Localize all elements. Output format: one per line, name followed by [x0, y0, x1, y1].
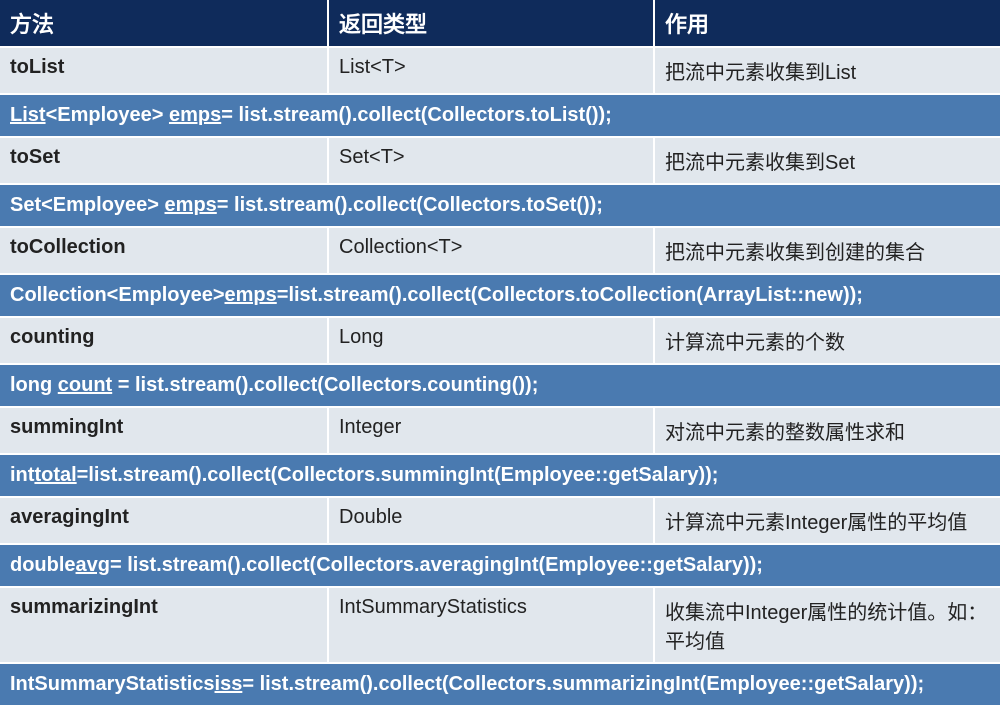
code-variable: emps: [165, 194, 217, 216]
description-cell: 对流中元素的整数属性求和: [654, 407, 1000, 454]
table-row: toCollectionCollection<T>把流中元素收集到创建的集合: [0, 227, 1000, 274]
table-header-cell: 作用: [654, 0, 1000, 47]
code-example-cell: inttotal=list.stream().collect(Collector…: [0, 454, 1000, 497]
code-example-cell: Collection<Employee>emps=list.stream().c…: [0, 274, 1000, 317]
code-example-row: Collection<Employee>emps=list.stream().c…: [0, 274, 1000, 317]
code-text: = list.stream().collect(Collectors.toLis…: [221, 104, 612, 126]
code-text: <Employee>: [46, 104, 169, 126]
return-type-cell: Double: [328, 497, 654, 544]
description-cell: 把流中元素收集到创建的集合: [654, 227, 1000, 274]
table-row: toSetSet<T>把流中元素收集到Set: [0, 137, 1000, 184]
table-row: toListList<T>把流中元素收集到List: [0, 47, 1000, 94]
description-cell: 收集流中Integer属性的统计值。如：平均值: [654, 587, 1000, 663]
code-example-cell: Set<Employee> emps= list.stream().collec…: [0, 184, 1000, 227]
code-text: = list.stream().collect(Collectors.toSet…: [217, 194, 603, 216]
table-header-cell: 方法: [0, 0, 328, 47]
method-name-cell: averagingInt: [0, 497, 328, 544]
return-type-cell: Set<T>: [328, 137, 654, 184]
code-example-row: IntSummaryStatisticsiss= list.stream().c…: [0, 663, 1000, 705]
table-row: countingLong计算流中元素的个数: [0, 317, 1000, 364]
return-type-cell: Long: [328, 317, 654, 364]
code-text: = list.stream().collect(Collectors.avera…: [110, 554, 763, 576]
code-text: int: [10, 464, 34, 486]
code-text: = list.stream().collect(Collectors.summa…: [242, 673, 924, 695]
description-cell: 把流中元素收集到List: [654, 47, 1000, 94]
collectors-table: 方法返回类型作用toListList<T>把流中元素收集到ListList<Em…: [0, 0, 1000, 705]
table-header-cell: 返回类型: [328, 0, 654, 47]
table-row: summingIntInteger对流中元素的整数属性求和: [0, 407, 1000, 454]
table-row: summarizingIntIntSummaryStatistics收集流中In…: [0, 587, 1000, 663]
code-example-cell: doubleavg= list.stream().collect(Collect…: [0, 544, 1000, 587]
code-text: IntSummaryStatistics: [10, 673, 215, 695]
code-variable: emps: [169, 104, 221, 126]
code-example-cell: long count = list.stream().collect(Colle…: [0, 364, 1000, 407]
description-cell: 计算流中元素Integer属性的平均值: [654, 497, 1000, 544]
code-example-row: List<Employee> emps= list.stream().colle…: [0, 94, 1000, 137]
return-type-cell: Collection<T>: [328, 227, 654, 274]
code-variable: count: [58, 374, 112, 396]
description-cell: 把流中元素收集到Set: [654, 137, 1000, 184]
code-text: Collection<Employee>: [10, 284, 225, 306]
code-variable: List: [10, 104, 46, 126]
return-type-cell: IntSummaryStatistics: [328, 587, 654, 663]
return-type-cell: Integer: [328, 407, 654, 454]
code-variable: emps: [225, 284, 277, 306]
code-text: Set<Employee>: [10, 194, 165, 216]
code-variable: avg: [76, 554, 110, 576]
code-text: =list.stream().collect(Collectors.toColl…: [277, 284, 863, 306]
table-header-row: 方法返回类型作用: [0, 0, 1000, 47]
method-name-cell: summingInt: [0, 407, 328, 454]
code-variable: iss: [215, 673, 243, 695]
method-name-cell: counting: [0, 317, 328, 364]
return-type-cell: List<T>: [328, 47, 654, 94]
method-name-cell: toCollection: [0, 227, 328, 274]
code-example-row: long count = list.stream().collect(Colle…: [0, 364, 1000, 407]
method-name-cell: toList: [0, 47, 328, 94]
code-text: = list.stream().collect(Collectors.count…: [112, 374, 538, 396]
description-cell: 计算流中元素的个数: [654, 317, 1000, 364]
code-example-row: Set<Employee> emps= list.stream().collec…: [0, 184, 1000, 227]
table-row: averagingIntDouble计算流中元素Integer属性的平均值: [0, 497, 1000, 544]
code-text: long: [10, 374, 58, 396]
code-example-row: inttotal=list.stream().collect(Collector…: [0, 454, 1000, 497]
code-example-cell: IntSummaryStatisticsiss= list.stream().c…: [0, 663, 1000, 705]
code-text: =list.stream().collect(Collectors.summin…: [77, 464, 719, 486]
method-name-cell: toSet: [0, 137, 328, 184]
code-example-row: doubleavg= list.stream().collect(Collect…: [0, 544, 1000, 587]
method-name-cell: summarizingInt: [0, 587, 328, 663]
code-variable: total: [34, 464, 76, 486]
code-example-cell: List<Employee> emps= list.stream().colle…: [0, 94, 1000, 137]
code-text: double: [10, 554, 76, 576]
